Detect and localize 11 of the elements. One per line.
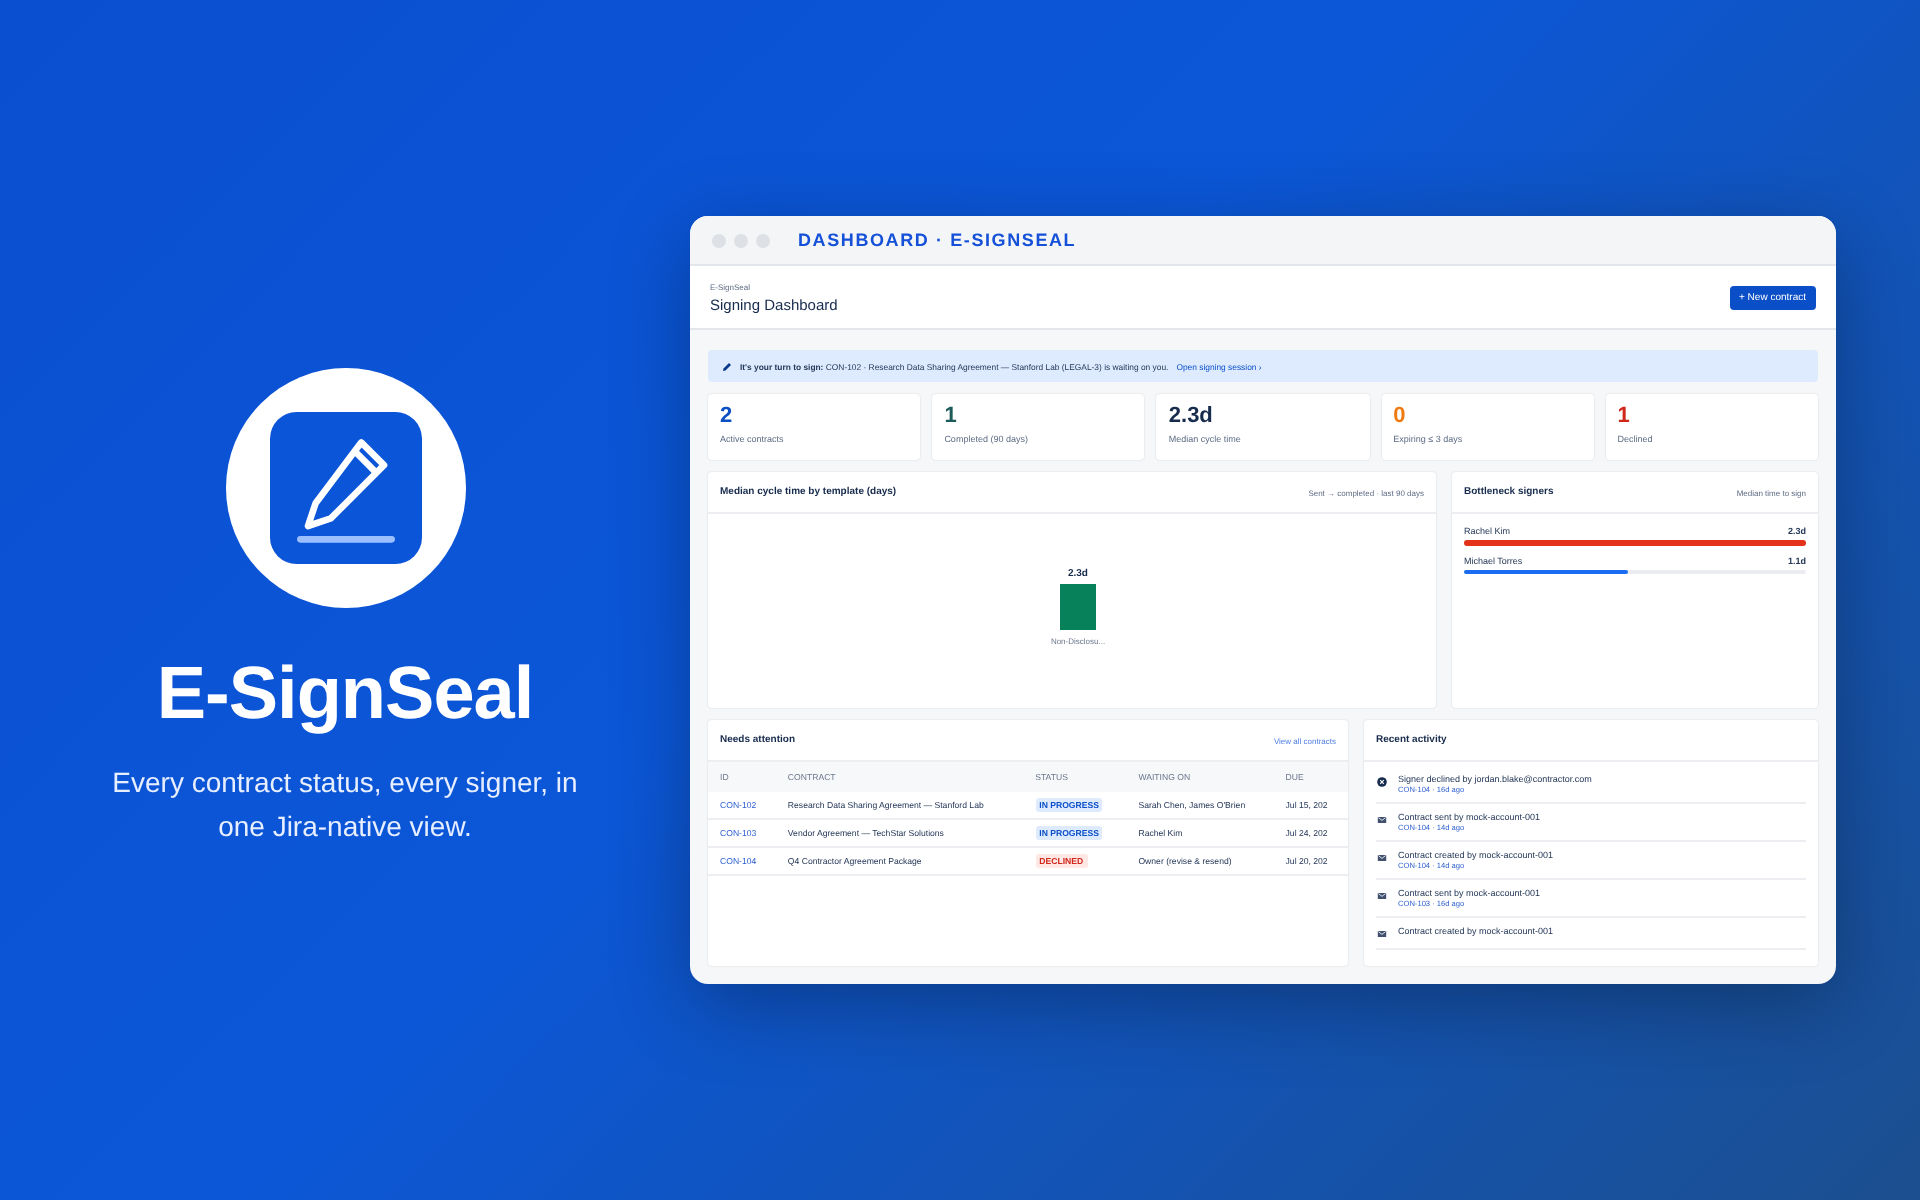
pen-icon xyxy=(722,361,732,371)
stat-value: 1 xyxy=(1617,404,1632,428)
stat-value: 0 xyxy=(1393,404,1408,428)
chart-bar xyxy=(1060,584,1096,630)
product-title: E-SignSeal xyxy=(156,652,534,736)
tagline: Every contract status, every signer, in one Jira-native view. xyxy=(110,764,580,846)
window-title: DASHBOARD · E-SIGNSEAL xyxy=(798,230,1077,251)
stat-value: 2 xyxy=(720,404,735,428)
stat-value: 2.3d xyxy=(1168,404,1215,428)
stat-value: 1 xyxy=(944,404,959,428)
pen-logo-icon xyxy=(269,412,421,564)
